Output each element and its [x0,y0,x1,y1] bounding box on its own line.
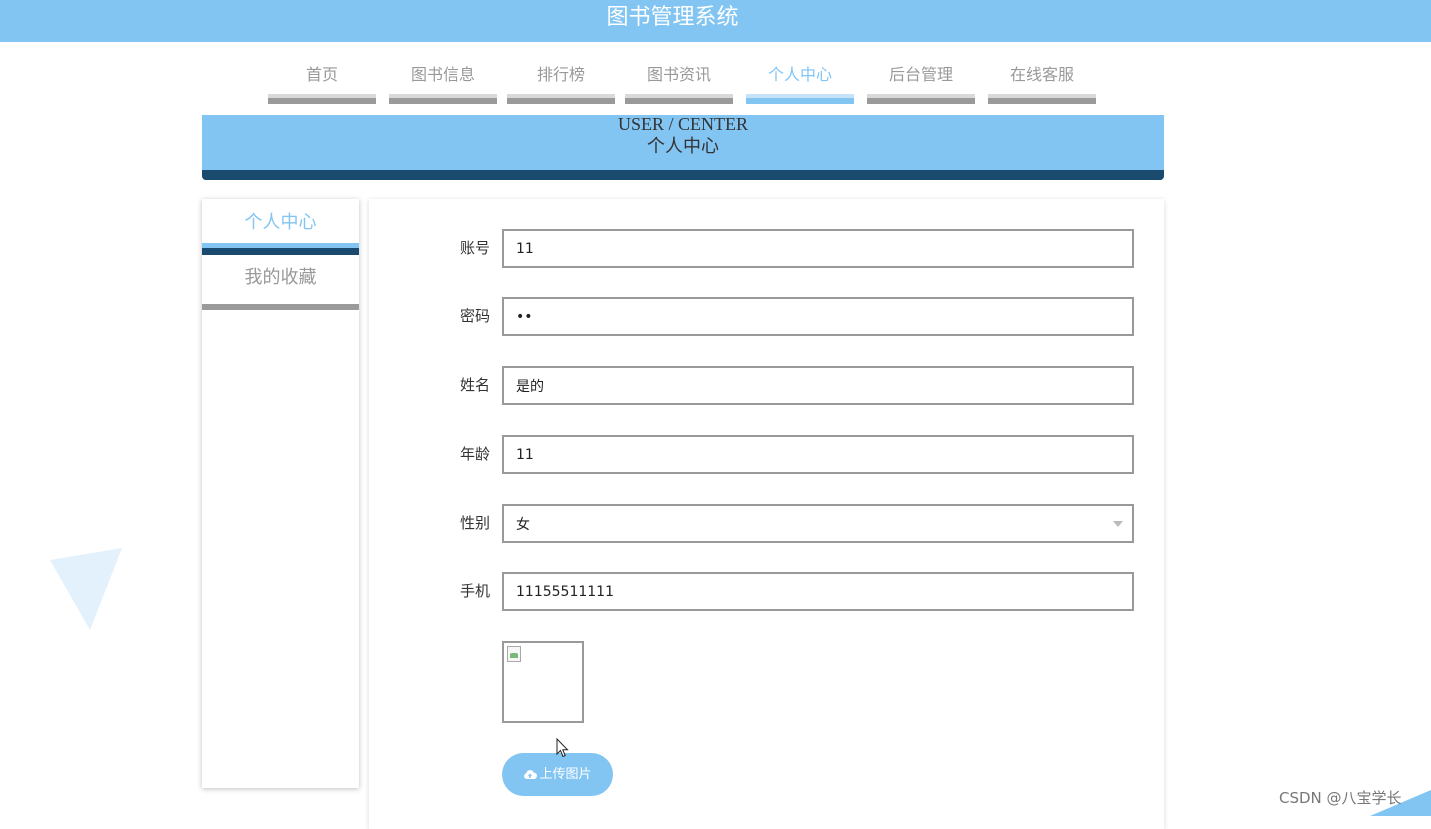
nav-item-underline [625,94,733,104]
form-row-gender: 性别 女 [369,504,1164,543]
mouse-cursor-icon [556,738,569,758]
sidebar-item-favorites[interactable]: 我的收藏 [202,254,359,310]
gender-label: 性别 [459,514,490,532]
nav-item-ranking[interactable]: 排行榜 [507,63,615,105]
nav-item-label: 图书资讯 [646,65,711,84]
nav-item-label: 个人中心 [767,65,832,84]
top-header-bar: 图书管理系统 [0,0,1431,42]
nav-item-underline [389,94,497,104]
main-nav: 首页 图书信息 排行榜 图书资讯 个人中心 后台管理 在线客服 [0,55,1431,105]
nav-item-home[interactable]: 首页 [268,63,376,105]
upload-button-label: 上传图片 [539,767,592,782]
form-row-password: 密码 [369,297,1164,336]
age-input[interactable] [502,435,1134,474]
age-label: 年龄 [459,445,490,463]
sidebar-item-label: 我的收藏 [244,267,317,288]
nav-item-book-info[interactable]: 图书信息 [389,63,497,105]
nav-item-underline [268,94,376,104]
avatar-image-preview [502,641,584,723]
sidebar: 个人中心 我的收藏 [202,199,359,788]
nav-item-underline [867,94,975,104]
nav-item-label: 排行榜 [536,65,585,84]
name-input[interactable] [502,366,1134,405]
nav-item-online-service[interactable]: 在线客服 [988,63,1096,105]
nav-item-underline [746,94,854,104]
profile-form-panel: 账号 密码 姓名 年龄 性别 女 手机 上传图片 [369,199,1164,829]
phone-input[interactable] [502,572,1134,611]
nav-item-admin[interactable]: 后台管理 [867,63,975,105]
banner-title-cn: 个人中心 [647,136,719,157]
gender-select-value: 女 [516,517,530,533]
form-row-account: 账号 [369,229,1164,268]
nav-item-label: 后台管理 [888,65,953,84]
banner-title-en: USER / CENTER [617,115,748,134]
banner-strip [202,170,1164,180]
sidebar-item-label: 个人中心 [244,212,317,233]
nav-item-underline [988,94,1096,104]
nav-item-book-news[interactable]: 图书资讯 [625,63,733,105]
decorative-triangle [50,548,122,630]
password-input[interactable] [502,297,1134,336]
nav-item-user-center[interactable]: 个人中心 [746,63,854,105]
upload-image-button[interactable]: 上传图片 [502,753,613,796]
sidebar-item-underline [202,304,359,310]
broken-image-icon [507,646,521,662]
form-row-age: 年龄 [369,435,1164,474]
name-label: 姓名 [459,376,490,394]
page-banner: USER / CENTER 个人中心 [202,115,1164,180]
site-title: 图书管理系统 [606,5,739,30]
phone-label: 手机 [459,582,490,600]
cloud-upload-icon [524,770,538,779]
nav-item-label: 在线客服 [1009,65,1074,84]
gender-select[interactable]: 女 [502,504,1134,543]
watermark-text: CSDN @八宝学长 [1279,789,1402,807]
sidebar-item-user-center[interactable]: 个人中心 [202,199,359,255]
password-label: 密码 [459,307,490,325]
nav-item-underline [507,94,615,104]
nav-item-label: 图书信息 [410,65,475,84]
nav-item-label: 首页 [305,65,338,84]
chevron-down-icon [1113,521,1123,527]
form-row-phone: 手机 [369,572,1164,611]
account-input[interactable] [502,229,1134,268]
account-label: 账号 [459,239,490,257]
form-row-name: 姓名 [369,366,1164,405]
